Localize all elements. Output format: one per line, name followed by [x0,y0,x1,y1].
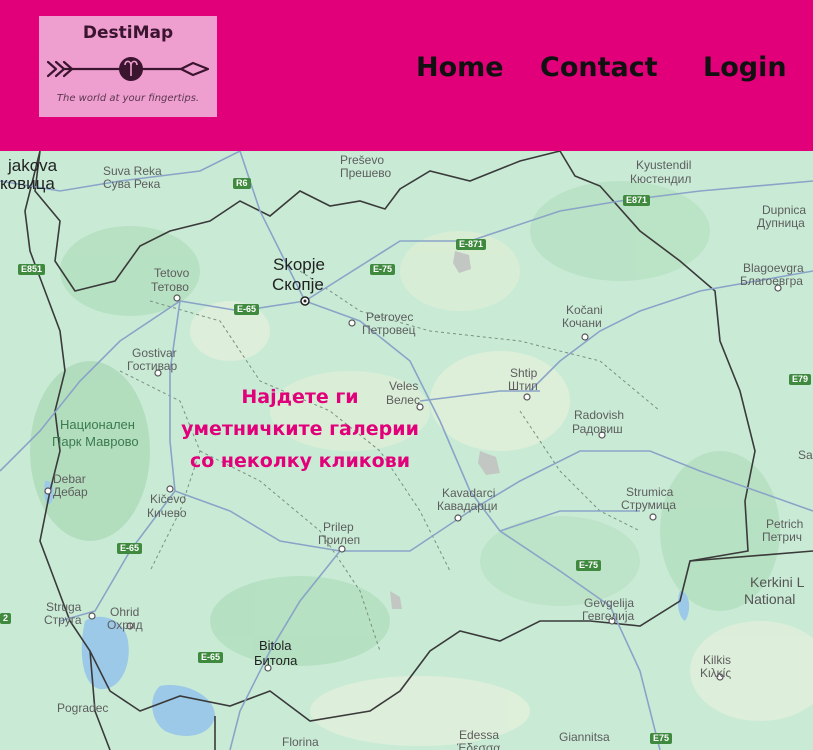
map-overlay-text: Најдете ги уметничките галерии со неколк… [150,381,450,477]
road-shield: E75 [650,733,673,744]
place-label: Bitola [259,638,292,653]
place-label: National [744,591,796,607]
place-label: Κιλκίς [700,666,732,680]
place-label: Кавадарци [437,499,498,513]
logo-tagline: The world at your fingertips. [56,93,200,104]
place-label: Благоевгра [740,274,803,288]
arrow-logo-icon [46,57,210,81]
road-shield: E-75 [370,264,396,275]
map-view[interactable]: jakova ковица Suva Reka Сува Река Prešev… [0,151,813,750]
place-label: Скопје [272,275,324,294]
road-shield: R6 [233,178,251,189]
place-label: Sa [798,448,813,462]
place-label: ковица [0,174,55,193]
place-label: Струмица [621,498,677,512]
place-label: Pogradec [57,701,109,715]
nav-contact-link[interactable]: Contact [540,52,658,83]
overlay-line: со неколку кликови [189,450,411,472]
place-label: Штип [508,379,538,393]
place-label: Кочани [562,316,602,330]
place-label: Национален [60,417,135,432]
place-label: Кюстендил [630,172,692,186]
place-label: Тетово [151,280,189,294]
place-label: Kyustendil [636,158,692,172]
place-label: jakova [8,156,58,175]
place-label: Дупница [757,216,805,230]
place-label: Сува Река [103,177,161,191]
nav-home-link[interactable]: Home [416,52,504,83]
road-shield: E851 [18,264,46,275]
place-label: Прилеп [318,533,361,547]
place-label: Гостивар [127,359,178,373]
place-label: Florina [282,735,319,749]
road-shield: E79 [789,374,812,385]
place-label: Дебар [53,485,88,499]
road-shield: 2 [0,613,12,624]
road-shield: E-65 [117,543,143,554]
place-label: Радовиш [572,422,623,436]
road-shield: E871 [623,195,651,206]
site-header: DestiMap The world at your fingertips. H… [0,0,813,151]
place-label: Струга [44,613,82,627]
place-label: Kerkini L [750,574,805,590]
place-label: Kičevo [150,492,187,506]
place-label: Прешево [340,166,392,180]
destimap-logo[interactable]: DestiMap The world at your fingertips. [39,16,217,117]
place-label: Петровец [362,323,416,337]
place-label: Skopje [273,255,325,274]
place-label: Tetovo [154,266,190,280]
road-shield: E-65 [198,652,224,663]
place-label: Кичево [147,506,187,520]
road-shield: E-871 [456,239,487,250]
place-label: Охрид [107,618,143,632]
overlay-line: Најдете ги [241,386,359,408]
place-label: Парк Маврово [52,434,139,449]
place-label: Битола [254,653,298,668]
place-label: Radovish [574,408,625,422]
road-shield: E-65 [234,304,260,315]
place-label: Петрич [762,530,803,544]
nav-login-link[interactable]: Login [703,52,787,83]
place-label: Giannitsa [559,730,610,744]
logo-title: DestiMap [82,23,174,43]
place-label: Гевгелија [582,609,635,623]
place-label: Έδεσσα [457,741,501,750]
road-shield: E-75 [576,560,602,571]
overlay-line: уметничките галерии [181,418,419,440]
